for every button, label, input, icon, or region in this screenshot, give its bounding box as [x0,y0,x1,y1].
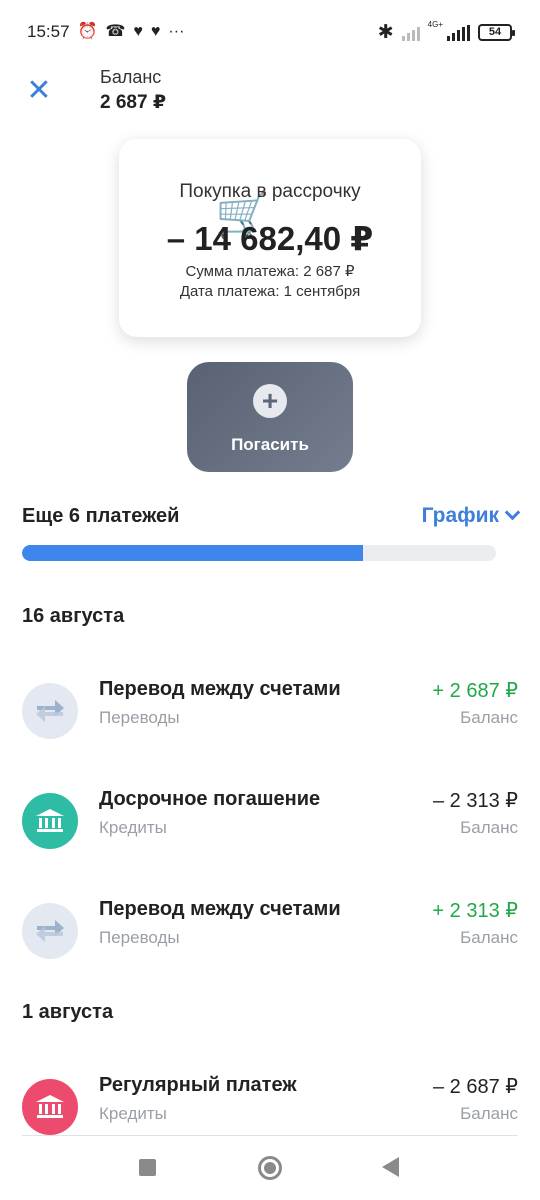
schedule-label: График [421,504,499,527]
network-type: 4G+ [427,20,443,29]
transaction-account: Баланс [460,928,518,947]
transaction-category: Кредиты [99,1104,167,1123]
payments-progress-bar [22,545,496,561]
more-dots-icon: ··· [168,23,185,40]
transaction-category: Переводы [99,708,180,727]
header-title: Баланс [100,67,162,87]
schedule-dropdown[interactable]: График [421,504,521,528]
home-button[interactable] [258,1156,282,1180]
plus-icon: + [253,384,287,418]
transaction-row[interactable]: Досрочное погашение Кредиты – 2 313 ₽ Ба… [0,788,540,858]
card-amount: – 14 682,40 ₽ [166,220,374,257]
transaction-category: Кредиты [99,818,167,837]
close-icon[interactable]: ✕ [24,76,54,106]
back-button[interactable] [382,1157,399,1177]
transaction-amount: – 2 313 ₽ [432,790,518,812]
header-balance: 2 687 ₽ [100,92,167,113]
date-header: 16 августа [22,605,125,627]
recent-apps-button[interactable] [139,1159,156,1176]
transaction-row[interactable]: Регулярный платеж Кредиты – 2 687 ₽ Бала… [0,1074,540,1144]
signal-icon-2 [447,24,470,41]
bluetooth-icon: ✱ [377,22,394,43]
transfer-icon [22,683,78,739]
transaction-amount: + 2 313 ₽ [432,900,518,922]
transaction-row[interactable]: Перевод между счетами Переводы + 2 687 ₽… [0,678,540,748]
transaction-name: Перевод между счетами [99,898,341,920]
remaining-payments: Еще 6 платежей [22,505,180,527]
transfer-icon [22,903,78,959]
pay-button[interactable]: + Погасить [187,362,353,472]
progress-fill [22,545,364,561]
heart-icon: ♥ [150,23,161,40]
health-icon: ♥ [133,23,143,40]
transaction-name: Регулярный платеж [99,1074,297,1096]
system-nav-bar [0,1136,540,1200]
signal-icon [401,25,420,41]
transaction-category: Переводы [99,928,180,947]
status-time: 15:57 [27,22,70,41]
transaction-account: Баланс [460,818,518,837]
date-header: 1 августа [22,1001,114,1023]
status-bar: 15:57 ⏰ ☎ ♥ ♥ ··· ✱ 4G+ 54 [0,0,540,66]
alarm-icon: ⏰ [77,23,98,40]
transaction-row[interactable]: Перевод между счетами Переводы + 2 313 ₽… [0,898,540,968]
status-left: 15:57 ⏰ ☎ ♥ ♥ ··· [27,22,184,42]
card-title: Покупка в рассрочку [179,181,361,202]
chevron-down-icon [504,504,521,520]
transaction-account: Баланс [460,1104,518,1123]
transaction-account: Баланс [460,708,518,727]
missed-call-icon: ☎ [105,23,126,40]
installment-card[interactable]: 🛒 Покупка в рассрочку – 14 682,40 ₽ Сумм… [119,139,421,337]
card-payment-date: Дата платежа: 1 сентября [179,283,361,300]
battery-icon: 54 [478,24,515,41]
transaction-name: Перевод между счетами [99,678,341,700]
status-right: ✱ 4G+ 54 [377,20,515,44]
transaction-amount: – 2 687 ₽ [432,1076,518,1098]
transaction-amount: + 2 687 ₽ [432,680,518,702]
card-payment-sum: Сумма платежа: 2 687 ₽ [185,263,355,280]
bank-icon [22,1079,78,1135]
pay-button-label: Погасить [231,435,309,454]
bank-icon [22,793,78,849]
transaction-name: Досрочное погашение [99,788,321,810]
